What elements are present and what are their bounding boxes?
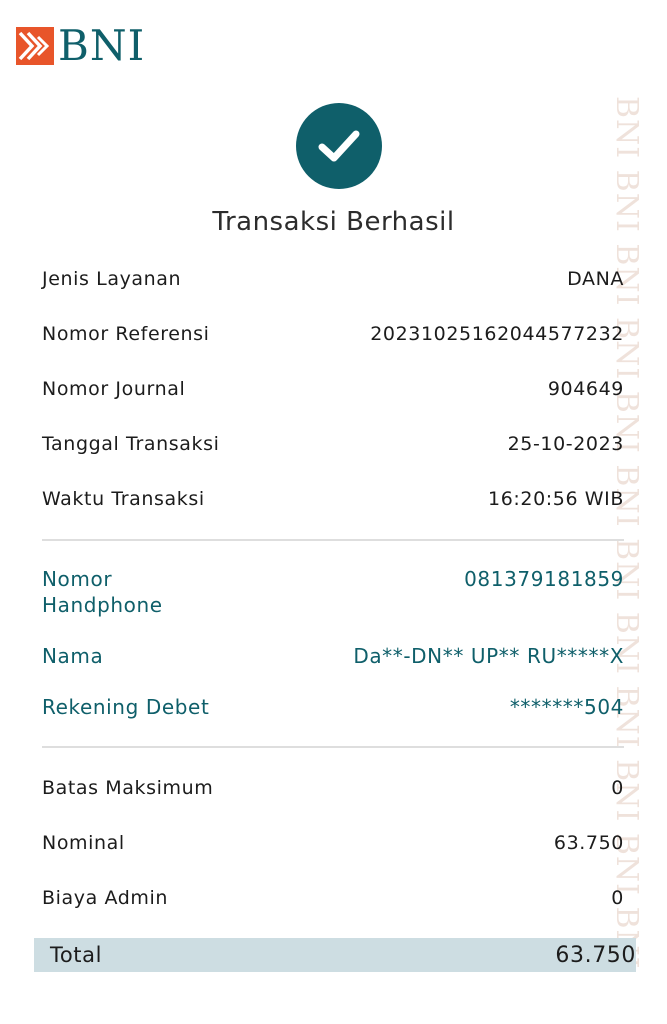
- account-value: *******504: [509, 695, 624, 719]
- detail-row-date: Tanggal Transaksi 25-10-2023: [42, 433, 624, 455]
- account-value: Da**-DN** UP** RU*****X: [353, 644, 624, 668]
- section-divider: [42, 539, 624, 541]
- amount-value: 0: [611, 777, 624, 799]
- account-label: Nomor Handphone: [42, 567, 163, 617]
- detail-row-service: Jenis Layanan DANA: [42, 268, 624, 290]
- account-row-debit: Rekening Debet *******504: [42, 694, 624, 720]
- total-label: Total: [50, 943, 103, 967]
- account-label: Nama: [42, 644, 104, 668]
- amount-row-fee: Biaya Admin 0: [42, 887, 624, 909]
- detail-row-journal: Nomor Journal 904649: [42, 378, 624, 400]
- success-check-icon: [296, 103, 382, 189]
- total-value: 63.750: [555, 942, 636, 968]
- detail-value: 16:20:56 WIB: [488, 488, 624, 510]
- account-row-phone: Nomor Handphone 081379181859: [42, 566, 624, 618]
- account-row-name: Nama Da**-DN** UP** RU*****X: [42, 643, 624, 669]
- detail-label: Jenis Layanan: [42, 268, 182, 290]
- amount-value: 0: [611, 887, 624, 909]
- section-divider: [42, 746, 624, 748]
- amount-label: Batas Maksimum: [42, 777, 214, 799]
- bni-logo-mark-icon: [16, 27, 54, 65]
- total-row: Total 63.750: [34, 938, 636, 972]
- amount-row-nominal: Nominal 63.750: [42, 832, 624, 854]
- detail-value: 20231025162044577232: [370, 323, 624, 345]
- amount-row-limit: Batas Maksimum 0: [42, 777, 624, 799]
- amount-label: Biaya Admin: [42, 887, 169, 909]
- detail-row-time: Waktu Transaksi 16:20:56 WIB: [42, 488, 624, 510]
- detail-label: Nomor Journal: [42, 378, 186, 400]
- detail-value: DANA: [567, 268, 624, 290]
- detail-row-reference: Nomor Referensi 20231025162044577232: [42, 323, 624, 345]
- detail-label: Tanggal Transaksi: [42, 433, 220, 455]
- bni-logo: BNI: [16, 24, 145, 68]
- detail-value: 25-10-2023: [507, 433, 624, 455]
- amount-value: 63.750: [553, 832, 624, 854]
- account-label: Rekening Debet: [42, 695, 210, 719]
- detail-label: Waktu Transaksi: [42, 488, 205, 510]
- detail-label: Nomor Referensi: [42, 323, 210, 345]
- account-value: 081379181859: [464, 567, 624, 591]
- bni-logo-text: BNI: [58, 21, 146, 70]
- amount-label: Nominal: [42, 832, 125, 854]
- status-title: Transaksi Berhasil: [212, 207, 455, 237]
- detail-value: 904649: [547, 378, 624, 400]
